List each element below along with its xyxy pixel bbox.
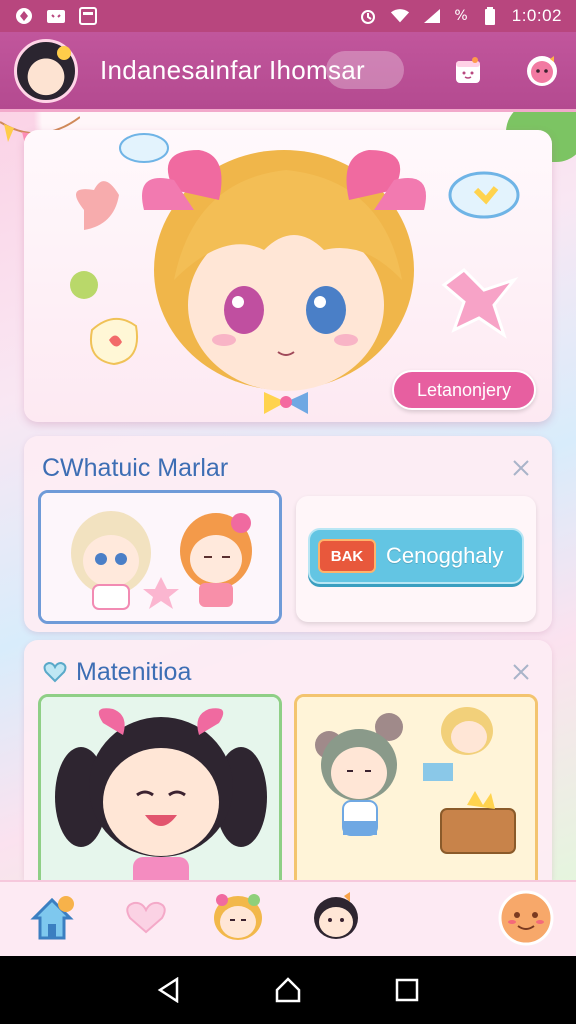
home-icon[interactable]: [20, 886, 84, 950]
back-icon[interactable]: [149, 970, 189, 1010]
app-notification-icon: [14, 7, 34, 25]
status-bar: % 1:0:02: [0, 0, 576, 32]
hero-action-button[interactable]: Letanonjery: [392, 370, 536, 410]
avatar[interactable]: [14, 38, 78, 103]
section-featured: CWhatuic Marlar BAK Cenogghaly: [24, 436, 552, 632]
alarm-icon: [358, 7, 378, 25]
app-title: Indanesainfar Ihomsar: [100, 55, 366, 85]
close-icon[interactable]: [508, 455, 534, 481]
recents-icon[interactable]: [387, 970, 427, 1010]
heart-icon[interactable]: [114, 886, 178, 950]
battery-icon: [480, 7, 500, 25]
character-dark-icon[interactable]: [304, 886, 368, 950]
cta-badge: BAK: [318, 539, 376, 573]
system-navigation: [0, 956, 576, 1024]
home-circle-icon[interactable]: [268, 970, 308, 1010]
character-icon[interactable]: [522, 51, 562, 91]
heart-icon: [42, 659, 68, 685]
app-bar: Indanesainfar Ihomsar: [0, 32, 576, 112]
featured-thumbnail[interactable]: [38, 490, 282, 624]
status-right: % 1:0:02: [358, 6, 562, 26]
mascot-icon[interactable]: [494, 886, 558, 950]
section-header: Matenitioa: [42, 656, 534, 688]
section-title: Matenitioa: [76, 657, 192, 686]
mouse-character-illustration: [297, 697, 535, 891]
pigtail-character-illustration: [41, 697, 279, 891]
cta-card: BAK Cenogghaly: [296, 496, 536, 622]
app-title-wrap: Indanesainfar Ihomsar: [100, 51, 404, 89]
tablet-icon: [78, 7, 98, 25]
clock: 1:0:02: [511, 6, 562, 25]
bottom-navigation: [0, 880, 576, 956]
signal-icon: [422, 7, 442, 25]
section-collection: Matenitioa: [24, 640, 552, 894]
section-title: CWhatuic Marlar: [42, 453, 229, 482]
section-header: CWhatuic Marlar: [42, 452, 534, 484]
battery-percent: %: [454, 8, 468, 24]
cat-icon: [46, 7, 66, 25]
hero-banner[interactable]: Letanonjery: [24, 130, 552, 422]
cta-label: Cenogghaly: [386, 543, 504, 568]
calendar-icon[interactable]: [448, 51, 488, 91]
collection-thumbnail-2[interactable]: [294, 694, 538, 894]
app-actions: [448, 51, 562, 91]
close-icon[interactable]: [508, 659, 534, 685]
character-blonde-icon[interactable]: [206, 886, 270, 950]
cta-button[interactable]: BAK Cenogghaly: [308, 528, 524, 584]
status-left: [14, 7, 98, 25]
twin-characters-illustration: [41, 493, 279, 621]
collection-thumbnail-1[interactable]: [38, 694, 282, 894]
wifi-icon: [390, 7, 410, 25]
